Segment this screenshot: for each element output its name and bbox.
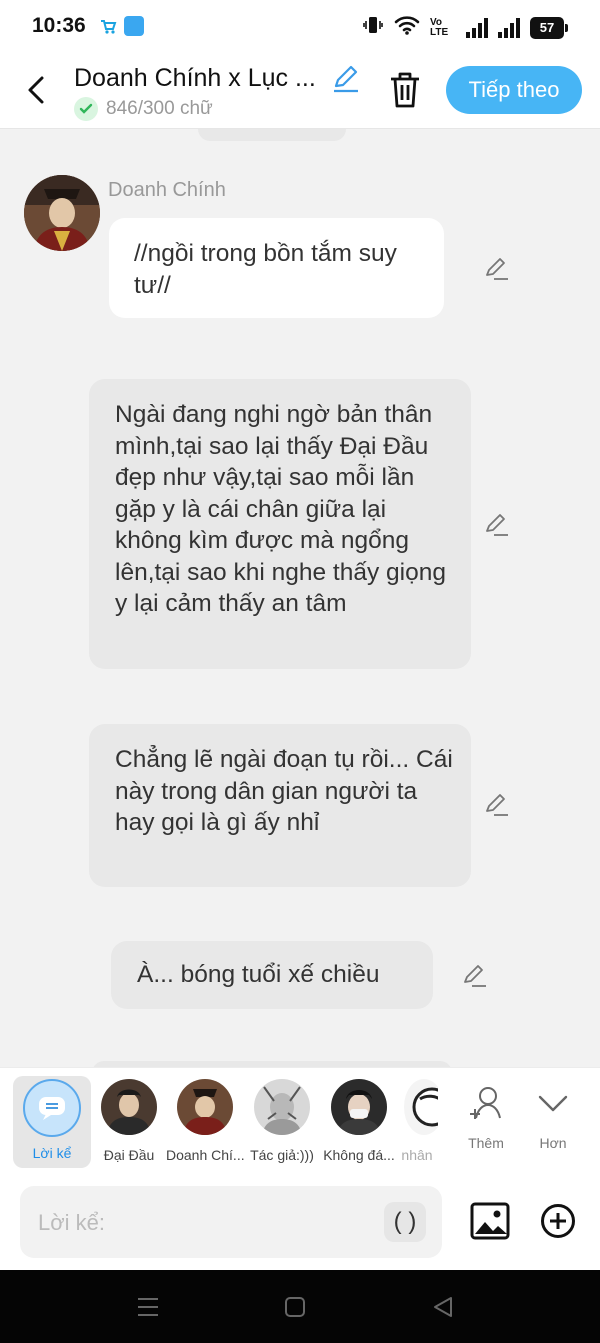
character-name: Doanh Chí... — [166, 1147, 244, 1163]
add-button[interactable] — [540, 1203, 576, 1239]
battery-icon: 57 — [530, 16, 568, 39]
delete-button[interactable] — [386, 70, 424, 110]
character-name: Đại Đầu — [103, 1147, 155, 1163]
word-count-row: 846/300 chữ — [74, 97, 213, 121]
edit-message-button[interactable] — [482, 255, 510, 283]
status-bar: 10:36 Vo LTE 57 — [0, 0, 600, 52]
more-characters-button[interactable]: Hơn — [523, 1084, 583, 1151]
chat-area[interactable]: Doanh Chính //ngồi trong bồn tắm suy tư/… — [0, 129, 600, 1067]
network-label: Vo LTE — [430, 16, 449, 38]
story-title[interactable]: Doanh Chính x Lục ... — [74, 64, 316, 93]
pencil-icon — [486, 794, 508, 816]
next-button[interactable]: Tiếp theo — [446, 66, 582, 114]
insert-image-button[interactable] — [470, 1202, 510, 1240]
character-portrait-icon — [24, 175, 100, 251]
message-bubble[interactable]: Ngài đang nghi ngờ bản thân mình,tại sao… — [89, 379, 471, 669]
character-name: nhân — [401, 1147, 433, 1163]
message-text: Ngài đang nghi ngờ bản thân mình,tại sao… — [115, 401, 446, 617]
edit-message-button[interactable] — [460, 962, 488, 990]
character-nhan[interactable]: nhân — [396, 1068, 438, 1168]
image-icon — [470, 1202, 510, 1240]
avatar — [404, 1079, 438, 1135]
input-bar: Lời kể: ( ) — [0, 1176, 600, 1270]
vibrate-icon — [362, 14, 384, 41]
message-bubble[interactable]: //ngồi trong bồn tắm suy tư// — [109, 218, 444, 318]
chevron-left-icon — [28, 76, 44, 104]
avatar — [254, 1079, 310, 1135]
message-bubble[interactable]: Chẳng lẽ ngài đoạn tụ rồi... Cái này tro… — [89, 724, 471, 887]
pencil-icon — [486, 258, 508, 280]
avatar[interactable] — [24, 175, 100, 251]
signal-icon — [466, 17, 488, 38]
narrator-icon — [23, 1079, 81, 1137]
recent-apps-button[interactable] — [136, 1296, 160, 1318]
message-text: //ngồi trong bồn tắm suy tư// — [134, 240, 397, 299]
avatar — [177, 1079, 233, 1135]
signal-icon-2 — [498, 17, 520, 38]
edit-title-button[interactable] — [330, 64, 362, 94]
edit-message-button[interactable] — [482, 791, 510, 819]
chevron-down-icon — [538, 1095, 568, 1112]
character-name: Lời kể — [32, 1145, 72, 1161]
character-tac-gia[interactable]: Tác giả:))) — [243, 1068, 321, 1168]
word-count: 846/300 chữ — [106, 98, 213, 119]
character-narrator[interactable]: Lời kể — [13, 1076, 91, 1168]
back-triangle-icon — [434, 1297, 452, 1317]
back-nav-button[interactable] — [432, 1296, 456, 1318]
status-time: 10:36 — [32, 14, 86, 37]
add-character-label: Thêm — [468, 1135, 504, 1151]
avatar — [101, 1079, 157, 1135]
add-character-button[interactable]: Thêm — [456, 1084, 516, 1151]
menu-icon — [138, 1298, 158, 1316]
app-notification-icon — [98, 16, 118, 36]
character-dai-dau[interactable]: Đại Đầu — [90, 1068, 168, 1168]
input-placeholder: Lời kể: — [38, 1210, 106, 1235]
trash-icon — [391, 72, 419, 108]
pencil-icon — [486, 514, 508, 536]
character-name: Không đá... — [323, 1147, 395, 1163]
speaker-name: Doanh Chính — [108, 179, 226, 201]
message-input[interactable]: Lời kể: ( ) — [20, 1186, 442, 1258]
status-indicators: Vo LTE 57 — [362, 14, 568, 41]
message-bubble[interactable]: À... bóng tuổi xế chiều — [111, 941, 433, 1009]
character-name: Tác giả:))) — [250, 1147, 314, 1163]
more-characters-label: Hơn — [539, 1135, 567, 1151]
message-text: Chẳng lẽ ngài đoạn tụ rồi... Cái này tro… — [115, 746, 453, 836]
wifi-icon — [394, 15, 420, 40]
edit-message-button[interactable] — [482, 511, 510, 539]
character-doanh-chinh[interactable]: Doanh Chí... — [166, 1068, 244, 1168]
add-person-icon — [470, 1087, 501, 1119]
plus-circle-icon — [541, 1204, 575, 1238]
avatar — [331, 1079, 387, 1135]
home-button[interactable] — [284, 1296, 308, 1318]
character-selector: Lời kể Đại Đầu Doanh Chí... Tác giả:))) … — [0, 1067, 600, 1177]
message-text: À... bóng tuổi xế chiều — [137, 961, 380, 988]
header: Doanh Chính x Lục ... 846/300 chữ Tiếp t… — [0, 52, 600, 129]
back-button[interactable] — [22, 72, 52, 108]
check-icon — [74, 97, 98, 121]
novel-toon-app-icon — [124, 16, 144, 36]
parentheses-button[interactable]: ( ) — [384, 1202, 426, 1242]
home-square-icon — [285, 1297, 305, 1317]
pencil-icon — [464, 965, 486, 987]
pencil-icon — [334, 65, 358, 93]
character-khong-da[interactable]: Không đá... — [320, 1068, 398, 1168]
system-nav-bar — [0, 1270, 600, 1343]
previous-message-stub — [198, 129, 346, 141]
